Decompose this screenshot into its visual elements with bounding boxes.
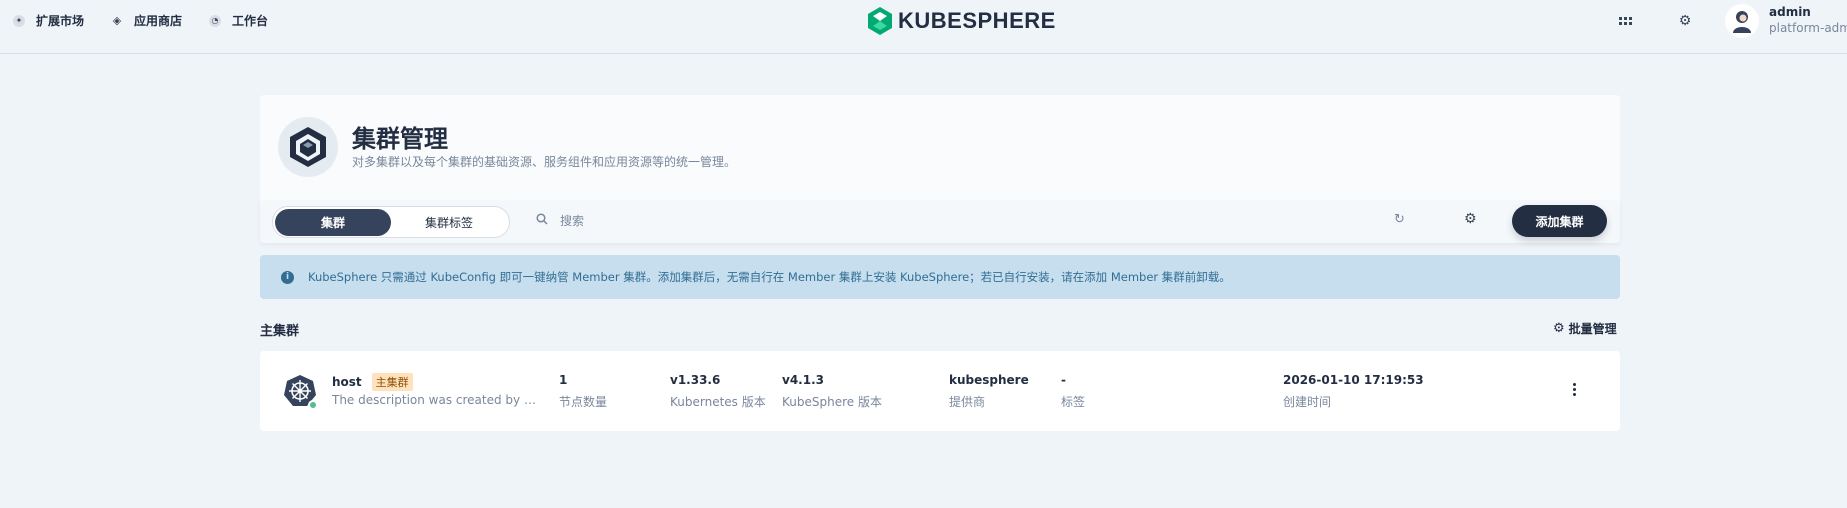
banner-text: KubeSphere 只需通过 KubeConfig 即可一键纳管 Member…	[308, 270, 1231, 284]
nav-workbench[interactable]: ◔ 工作台	[209, 12, 268, 29]
gear-icon: ⚙	[1553, 321, 1565, 336]
batch-manage-label: 批量管理	[1568, 322, 1617, 336]
cluster-name-link[interactable]: host 主集群	[332, 373, 413, 391]
info-banner: i KubeSphere 只需通过 KubeConfig 即可一键纳管 Memb…	[260, 255, 1620, 299]
section-title: 主集群	[260, 324, 300, 339]
info-icon: i	[281, 270, 294, 284]
nav-label: 扩展市场	[36, 14, 85, 28]
nav-extension-market[interactable]: ✦ 扩展市场	[13, 12, 84, 29]
kubesphere-logo[interactable]: KUBESPHERE	[868, 7, 1056, 35]
top-bar: ✦ 扩展市场 ◈ 应用商店 ◔ 工作台 KUBESPHERE ⚙ admin p…	[0, 0, 1847, 54]
cluster-row[interactable]: host 主集群 The description was created by …	[260, 351, 1620, 431]
page-title: 集群管理	[352, 125, 448, 153]
labels-column: - 标签	[1061, 373, 1085, 410]
created-time-column: 2026-01-10 17:19:53 创建时间	[1283, 373, 1424, 410]
add-cluster-button[interactable]: 添加集群	[1512, 205, 1607, 237]
provider-value: kubesphere	[949, 373, 1029, 387]
page-description: 对多集群以及每个集群的基础资源、服务组件和应用资源等的统一管理。	[352, 155, 737, 169]
workbench-icon: ◔	[209, 14, 221, 27]
page-header: 集群管理 对多集群以及每个集群的基础资源、服务组件和应用资源等的统一管理。	[260, 95, 1620, 200]
nav-label: 工作台	[232, 14, 269, 28]
nav-label: 应用商店	[134, 14, 183, 28]
extension-icon: ✦	[13, 14, 25, 27]
provider-column: kubesphere 提供商	[949, 373, 1029, 410]
avatar[interactable]	[1725, 4, 1759, 38]
cluster-management-icon	[278, 117, 338, 177]
apps-grid-icon[interactable]	[1617, 12, 1635, 30]
kubesphere-version-label: KubeSphere 版本	[782, 395, 882, 409]
user-name[interactable]: admin	[1769, 5, 1811, 19]
gear-icon[interactable]: ⚙	[1676, 12, 1694, 30]
tab-clusters[interactable]: 集群	[275, 208, 391, 236]
kubernetes-version-label: Kubernetes 版本	[670, 395, 766, 409]
kubernetes-version-column: v1.33.6 Kubernetes 版本	[670, 373, 766, 410]
refresh-icon[interactable]: ↻	[1394, 212, 1405, 227]
host-cluster-badge: 主集群	[371, 373, 413, 391]
more-actions-icon[interactable]	[1566, 379, 1582, 399]
created-time-label: 创建时间	[1283, 395, 1332, 409]
user-role: platform-admin	[1769, 21, 1847, 35]
tab-group: 集群 集群标签	[272, 206, 510, 238]
cluster-name: host	[332, 375, 362, 389]
provider-label: 提供商	[949, 395, 986, 409]
app-store-icon: ◈	[112, 14, 122, 27]
toolbar-body: 集群 集群标签 ↻ ⚙ 添加集群	[260, 200, 1620, 243]
tab-cluster-labels[interactable]: 集群标签	[391, 209, 507, 236]
kubernetes-version-value: v1.33.6	[670, 373, 721, 387]
node-count-value: 1	[559, 373, 568, 387]
search-input[interactable]	[560, 210, 1160, 232]
toolbar: 集群 集群标签 ↻ ⚙ 添加集群	[260, 200, 1620, 243]
labels-value: -	[1061, 373, 1066, 387]
settings-icon[interactable]: ⚙	[1464, 211, 1477, 227]
node-count-column: 1 节点数量	[559, 373, 607, 410]
created-time-value: 2026-01-10 17:19:53	[1283, 373, 1424, 387]
nav-app-store[interactable]: ◈ 应用商店	[111, 12, 182, 29]
node-count-label: 节点数量	[559, 395, 608, 409]
status-indicator	[308, 400, 318, 410]
labels-label: 标签	[1061, 395, 1086, 409]
kubesphere-version-column: v4.1.3 KubeSphere 版本	[782, 373, 882, 410]
kubesphere-logo-icon	[868, 7, 892, 35]
batch-manage-button[interactable]: ⚙ 批量管理	[1553, 320, 1617, 337]
cluster-description: The description was created by KubeSpher…	[332, 393, 540, 407]
kubesphere-version-value: v4.1.3	[782, 373, 824, 387]
search-icon	[536, 213, 548, 228]
logo-text: KUBESPHERE	[898, 8, 1056, 33]
user-avatar-icon	[1733, 11, 1751, 33]
